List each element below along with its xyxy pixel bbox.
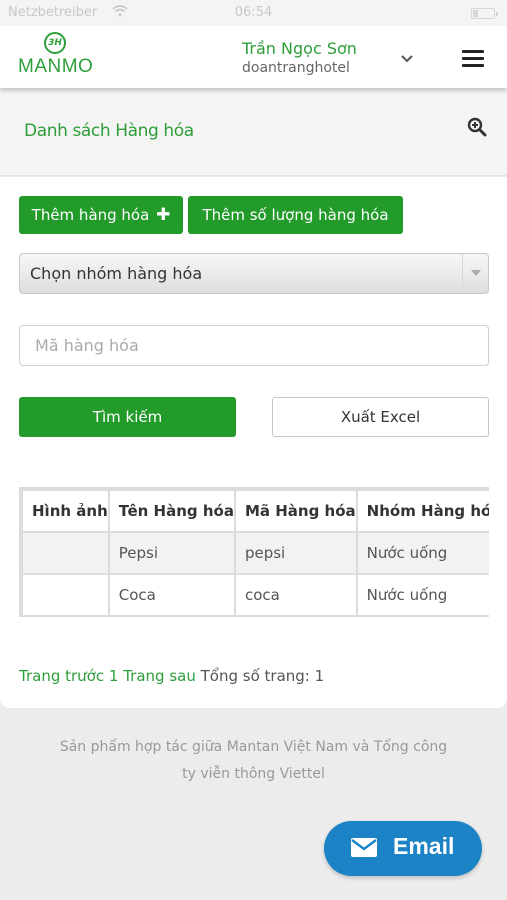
total-pages-text: Tổng số trang: 1 [200,667,325,685]
table-row[interactable]: Pepsi pepsi Nước uống [21,531,489,575]
export-excel-button[interactable]: Xuất Excel [272,397,489,437]
column-header-group: Nhóm Hàng hóa [355,489,489,533]
add-quantity-button[interactable]: Thêm số lượng hàng hóa [188,196,403,234]
group-select[interactable]: Chọn nhóm hàng hóa [19,253,489,294]
logo-text: MANMO [18,56,94,77]
zoom-in-icon[interactable] [467,117,487,137]
cell-name: Pepsi [107,531,236,575]
add-item-button[interactable]: Thêm hàng hóa ✚ [19,196,183,234]
manmo-logo[interactable]: 3H MANMO [18,32,93,84]
column-header-code: Mã Hàng hóa [233,489,358,533]
add-item-label: Thêm hàng hóa [31,206,150,224]
envelope-icon [351,838,377,857]
cell-group: Nước uống [355,573,489,615]
cell-name: Coca [107,573,236,615]
cell-image [21,573,110,615]
prev-page-link[interactable]: Trang trước [19,667,104,685]
content-card: Thêm hàng hóa ✚ Thêm số lượng hàng hóa C… [0,177,507,708]
search-button[interactable]: Tìm kiếm [19,397,236,437]
cell-group: Nước uống [355,531,489,575]
cell-code: coca [233,573,358,615]
chevron-down-icon[interactable] [398,52,416,66]
page-title: Danh sách Hàng hóa [24,121,194,141]
clock: 06:54 [234,5,273,20]
hamburger-menu-icon[interactable] [462,50,484,68]
pagination: Trang trước 1 Trang sau Tổng số trang: 1 [19,667,324,685]
footer-text: Sản phẩm hợp tác giữa Mantan Việt Nam và… [30,734,477,788]
item-code-input[interactable] [19,325,489,366]
app-header: 3H MANMO Trần Ngọc Sơn doantranghotel [0,26,507,88]
logo-mark: 3H [44,32,66,54]
user-info[interactable]: Trần Ngọc Sơn doantranghotel [242,39,357,76]
status-bar: Netzbetreiber 06:54 [0,0,507,26]
group-select-value: Chọn nhóm hàng hóa [30,264,203,283]
items-table[interactable]: Hình ảnh Tên Hàng hóa Mã Hàng hóa Nhóm H… [19,487,489,617]
table-row[interactable]: Coca coca Nước uống [21,573,489,615]
footer-line-1: Sản phẩm hợp tác giữa Mantan Việt Nam và… [59,739,448,755]
table-header-row: Hình ảnh Tên Hàng hóa Mã Hàng hóa Nhóm H… [21,489,489,533]
column-header-name: Tên Hàng hóa [107,489,236,533]
plus-icon: ✚ [156,205,171,225]
next-page-link[interactable]: Trang sau [123,667,196,685]
battery-icon [471,8,498,19]
email-label: Email [393,833,455,859]
page-title-bar: Danh sách Hàng hóa [0,88,507,176]
dropdown-arrow-icon [462,254,488,293]
current-page-link[interactable]: 1 [109,667,119,685]
cell-image [21,531,110,575]
user-name: Trần Ngọc Sơn [242,39,357,58]
footer-line-2: ty viễn thông Viettel [182,766,325,782]
column-header-image: Hình ảnh [21,489,110,533]
email-button[interactable]: Email [324,821,482,876]
cell-code: pepsi [233,531,358,575]
user-hotel: doantranghotel [242,60,350,76]
